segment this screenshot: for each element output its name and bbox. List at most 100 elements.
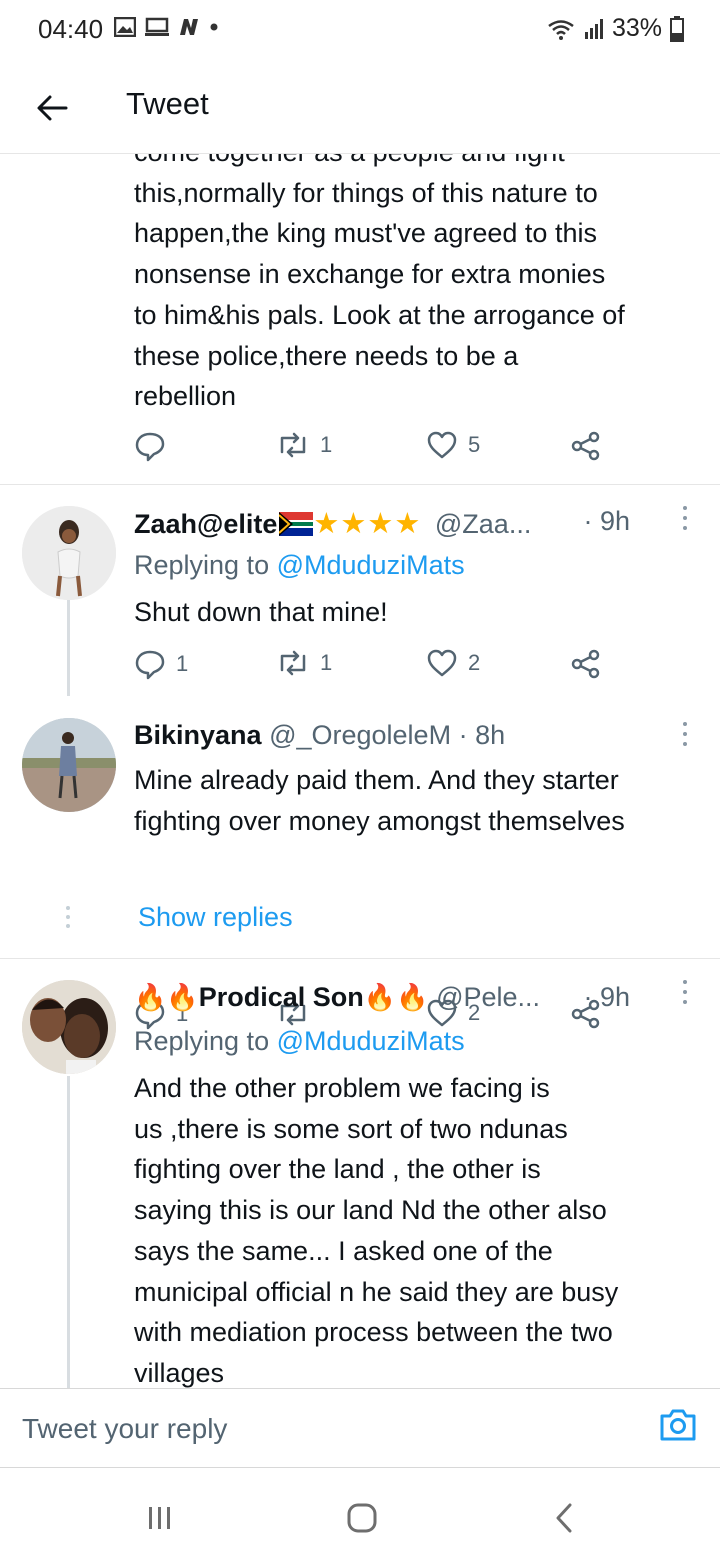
display-name[interactable]: Zaah@elite [134,509,277,539]
tweet-time: · 9h [583,982,630,1012]
reply-text: Mine already paid them. And they starter… [134,760,625,841]
retweet-button[interactable]: 1 [276,430,332,460]
reply-tweet[interactable]: Bikinyana @_OregoleleM · 8h Mine already… [0,696,720,958]
user-handle[interactable]: @Pele... [436,982,540,1012]
parent-tweet-actions: 1 5 [134,430,614,470]
reply-actions: 1 1 2 [134,648,614,688]
retweet-count: 1 [320,432,333,457]
reply-header: Zaah@elite ★★★★ @Zaa... · 9h [134,506,690,546]
home-icon [347,1503,377,1533]
parent-tweet: come together as a people and fight this… [0,154,720,486]
text-line: villages [134,1357,225,1388]
status-time: 04:40 [38,14,104,44]
speech-bubble-icon [135,650,165,680]
share-button[interactable] [570,430,602,462]
back-button[interactable] [30,86,74,130]
reply-header: Bikinyana @_OregoleleM · 8h [134,720,690,760]
user-handle[interactable]: @_OregoleleM [269,720,451,750]
fire-emojis: 🔥🔥 [363,982,429,1012]
text-line: these police,there needs to be a [134,340,519,371]
text-line: fighting over the land , the other is [134,1154,541,1185]
speech-bubble-icon [135,432,165,462]
text-line: nonsense in exchange for extra monies [134,259,606,290]
show-replies-link[interactable]: Show replies [138,902,293,933]
status-bar: 04:40 33% [0,0,720,62]
avatar[interactable] [22,718,116,812]
recent-apps-icon [149,1507,170,1529]
star-emojis: ★★★★ [313,508,422,540]
text-line: this,normally for things of this nature … [134,177,598,208]
mention-link[interactable]: @MduduziMats [277,1026,465,1056]
retweet-count: 1 [320,650,333,675]
heart-icon [427,649,457,677]
tweet-thread[interactable]: come together as a people and fight this… [0,154,720,1388]
retweet-button[interactable]: 1 [276,648,332,678]
text-line: come together as a people and fight [134,154,714,173]
text-line: to him&his pals. Look at the arrogance o… [134,299,625,330]
camera-button[interactable] [658,1407,698,1447]
recent-apps-button[interactable] [140,1498,180,1538]
text-line: happen,the king must've agreed to this [134,218,597,249]
parent-tweet-text: come together as a people and fight this… [134,154,714,417]
more-options-button[interactable] [680,980,690,1008]
replying-label: Replying to [134,550,270,580]
screen-notification-icon [145,17,169,36]
reply-header: 🔥🔥Prodical Son🔥🔥 @Pele... · 9h [134,982,690,1022]
reply-tweet[interactable]: 🔥🔥Prodical Son🔥🔥 @Pele... · 9h Replying … [0,960,720,1388]
app-header: Tweet [0,62,720,154]
more-options-button[interactable] [680,506,690,534]
reply-button[interactable] [134,430,166,462]
dot-icon [210,23,218,31]
status-right: 33% [546,14,684,43]
like-button[interactable]: 5 [426,430,480,460]
text-line: fighting over money amongst themselves [134,805,625,836]
divider [0,958,720,959]
more-options-button[interactable] [680,722,690,750]
mention-link[interactable]: @MduduziMats [277,550,465,580]
user-handle[interactable]: @Zaa... [435,509,531,539]
reply-button[interactable]: 1 [134,648,188,680]
retweet-icon [280,650,306,676]
thread-line [67,1076,70,1388]
camera-icon [660,1409,696,1441]
replying-to: Replying to @MduduziMats [134,550,465,581]
flag-emoji [278,512,314,543]
avatar[interactable] [22,506,116,600]
text-line: rebellion [134,381,237,412]
tweet-time: · 8h [458,720,506,750]
chevron-left-icon [556,1503,572,1533]
battery-icon [670,15,684,42]
back-nav-button[interactable] [544,1498,584,1538]
display-name[interactable]: Prodical Son [199,982,364,1012]
heart-icon [427,431,457,459]
text-line: us ,there is some sort of two ndunas [134,1113,568,1144]
text-line: says the same... I asked one of the [134,1235,553,1266]
share-icon [571,649,600,679]
notification-icons [114,17,219,37]
text-line: municipal official n he said they are bu… [134,1276,619,1307]
share-icon [571,431,600,461]
dotted-thread-indicator [66,906,70,928]
home-button[interactable] [342,1498,382,1538]
display-name[interactable]: Bikinyana [134,720,262,750]
text-line: with mediation process between the two [134,1317,613,1348]
text-line: saying this is our land Nd the other als… [134,1195,607,1226]
page-title: Tweet [126,86,209,121]
reply-text: Shut down that mine! [134,597,388,627]
reply-tweet[interactable]: Zaah@elite ★★★★ @Zaa... · 9h Replying to … [0,486,720,696]
like-count: 2 [468,650,481,675]
text-line: And the other problem we facing is [134,1073,550,1103]
tweet-time: · 9h [583,506,630,536]
thread-line [67,600,70,696]
system-navigation-bar [0,1468,720,1560]
battery-percent: 33% [611,14,662,42]
like-button[interactable]: 2 [426,648,480,678]
retweet-icon [280,432,306,458]
news-notification-icon [180,19,198,35]
avatar[interactable] [22,980,116,1074]
arrow-left-icon [37,95,68,121]
signal-icon [584,18,603,39]
replying-label: Replying to [134,1026,270,1056]
reply-input[interactable]: Tweet your reply [22,1413,227,1445]
share-button[interactable] [570,648,602,680]
